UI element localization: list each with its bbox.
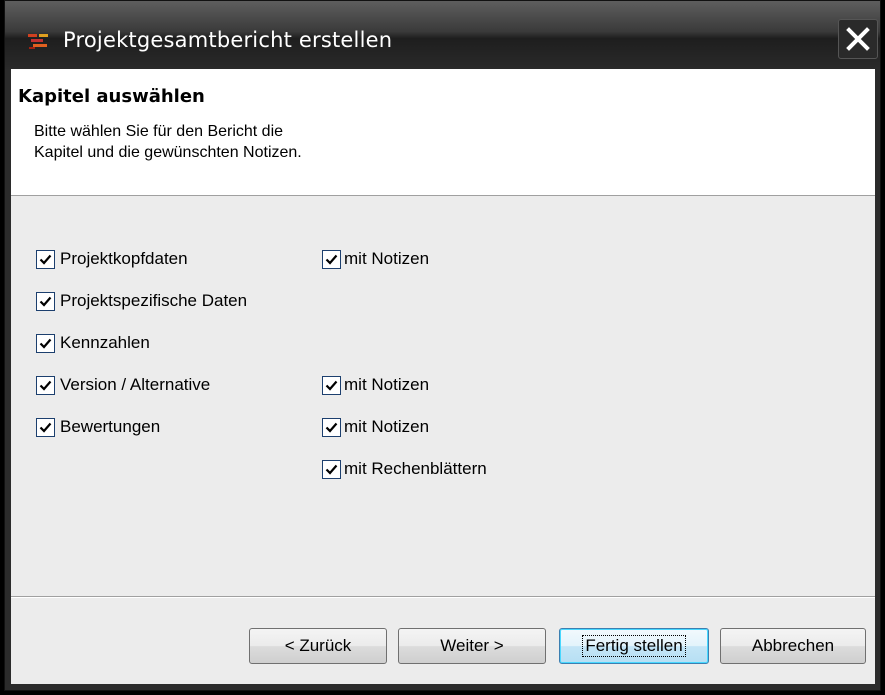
app-icon: [27, 31, 53, 51]
description-line-1: Bitte wählen Sie für den Bericht die: [34, 123, 284, 140]
checkbox-label: mit Notizen: [344, 249, 430, 268]
checkbox-bewertungen-notizen[interactable]: mit Notizen: [322, 416, 429, 438]
checkbox-projektspezifische-daten[interactable]: Projektspezifische Daten: [36, 290, 247, 312]
page-title: Kapitel auswählen: [18, 86, 205, 107]
checkmark-icon: [325, 254, 338, 265]
cancel-button[interactable]: Abbrechen: [720, 628, 866, 664]
checkbox-label: Version / Alternative: [60, 375, 211, 394]
checkbox-label: mit Notizen: [344, 417, 430, 436]
finish-button[interactable]: Fertig stellen: [559, 628, 709, 664]
checkbox-version-alternative[interactable]: Version / Alternative: [36, 374, 210, 396]
checkmark-icon: [39, 254, 52, 265]
checkbox-box[interactable]: [322, 375, 341, 395]
checkbox-label: Projektspezifische Daten: [60, 291, 248, 310]
wizard-header: Kapitel auswählen Bitte wählen Sie für d…: [11, 69, 875, 196]
checkbox-label: mit Rechenblättern: [344, 459, 487, 478]
checkbox-projektkopfdaten[interactable]: Projektkopfdaten: [36, 248, 188, 270]
checkmark-icon: [325, 464, 338, 475]
checkmark-icon: [325, 422, 338, 433]
checkbox-version-notizen[interactable]: mit Notizen: [322, 374, 429, 396]
checkbox-label: Kennzahlen: [60, 333, 150, 352]
description-line-2: Kapitel und die gewünschten Notizen.: [34, 144, 302, 161]
checkbox-projektkopfdaten-notizen[interactable]: mit Notizen: [322, 248, 429, 270]
next-button[interactable]: Weiter >: [398, 628, 546, 664]
title-bar[interactable]: Projektgesamtbericht erstellen: [5, 1, 880, 69]
dialog-window: Projektgesamtbericht erstellen Kapitel a…: [0, 0, 885, 695]
checkbox-box[interactable]: [322, 417, 341, 437]
page-description: Bitte wählen Sie für den Bericht die Kap…: [34, 121, 534, 163]
checkbox-box[interactable]: [36, 291, 55, 311]
window-title: Projektgesamtbericht erstellen: [63, 28, 393, 52]
checkbox-bewertungen-rechenblaetter[interactable]: mit Rechenblättern: [322, 458, 487, 480]
close-icon: [846, 27, 870, 51]
checkmark-icon: [325, 380, 338, 391]
checkbox-label: mit Notizen: [344, 375, 430, 394]
close-button[interactable]: [838, 19, 878, 59]
checkbox-label: Projektkopfdaten: [60, 249, 188, 268]
checkbox-box[interactable]: [322, 249, 341, 269]
finish-button-label: Fertig stellen: [582, 635, 686, 657]
checkbox-box[interactable]: [36, 333, 55, 353]
back-button[interactable]: < Zurück: [249, 628, 387, 664]
checkbox-kennzahlen[interactable]: Kennzahlen: [36, 332, 150, 354]
checkbox-box[interactable]: [36, 375, 55, 395]
checkmark-icon: [39, 338, 52, 349]
checkmark-icon: [39, 422, 52, 433]
dialog-client-area: Kapitel auswählen Bitte wählen Sie für d…: [11, 69, 875, 684]
checkbox-bewertungen[interactable]: Bewertungen: [36, 416, 160, 438]
checkbox-box[interactable]: [36, 417, 55, 437]
checkmark-icon: [39, 296, 52, 307]
checkbox-label: Bewertungen: [60, 417, 161, 436]
button-separator: [11, 596, 875, 598]
checkmark-icon: [39, 380, 52, 391]
checkbox-box[interactable]: [322, 459, 341, 479]
checkbox-box[interactable]: [36, 249, 55, 269]
